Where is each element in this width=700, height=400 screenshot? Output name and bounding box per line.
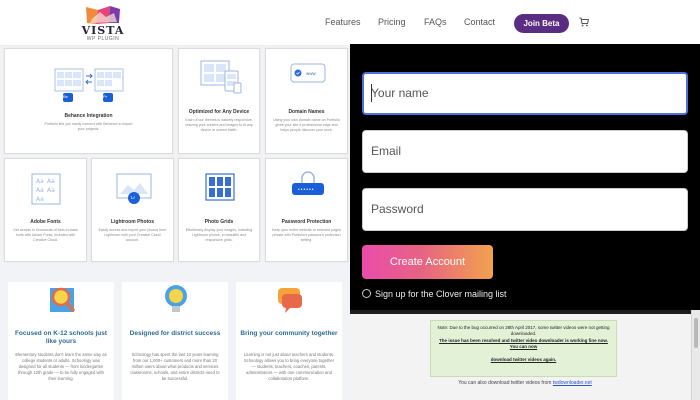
svg-text:Aa: Aa (36, 187, 44, 194)
divider-strip (350, 310, 700, 314)
card-title: Behance Integration (64, 113, 113, 119)
name-placeholder: Your name (371, 86, 429, 100)
cart-icon[interactable] (579, 17, 589, 27)
lock-icon (292, 171, 324, 195)
scrollbar-thumb[interactable] (694, 318, 698, 348)
card-description: Get access to thousands of best-in-class… (13, 228, 78, 242)
card-description: Using your own domain name on Portfolio … (273, 118, 340, 132)
nav-features[interactable]: Features (325, 17, 361, 27)
logo-subtitle: WP PLUGIN (86, 36, 120, 42)
signup-form: Your name Email Password Create Account … (350, 44, 700, 310)
card-title: Photo Grids (204, 219, 234, 225)
svg-text:Aa: Aa (36, 178, 44, 185)
page-scrollbar[interactable] (691, 310, 700, 400)
download-alternative-text: You can also download twitter videos fro… (410, 380, 640, 386)
card-title: Lightroom Photos (110, 219, 155, 225)
feature-card-adobe-fonts: Aa Aa Aa Aa Aa Adobe Fonts Get access to… (4, 158, 87, 262)
notice-line-1: Note: Due to the bug occurred on 28th Ap… (437, 325, 610, 336)
card-description: Portfolio lets you easily connect with B… (44, 122, 133, 131)
create-account-button[interactable]: Create Account (362, 245, 493, 279)
join-beta-button[interactable]: Join Beta (514, 14, 569, 33)
school-info-section: Focused on K-12 schools just like yours … (0, 264, 350, 400)
info-card-k12: Focused on K-12 schools just like yours … (8, 282, 114, 400)
site-header: VISTA WP PLUGIN Features Pricing FAQs Co… (0, 0, 700, 46)
password-placeholder: Password (371, 202, 424, 216)
download-alternative-label: You can also download twitter videos fro… (458, 380, 552, 386)
info-card-title: Designed for district success (129, 330, 221, 337)
feature-card-photo-grids: Photo Grids Effortlessly display your im… (178, 158, 260, 262)
clover-mailing-list-radio[interactable] (362, 289, 371, 298)
logo-mark-icon (86, 6, 120, 24)
nav-pricing[interactable]: Pricing (378, 17, 406, 27)
info-card-title: Focused on K-12 schools just like yours (14, 330, 108, 345)
nav-faqs[interactable]: FAQs (424, 17, 447, 27)
notice-box: Note: Due to the bug occurred on 28th Ap… (430, 320, 617, 377)
info-card-district: Designed for district success Schoology … (122, 282, 228, 400)
be-badge-label: Be (63, 94, 68, 99)
twdownloader-link[interactable]: twdownloader.net (553, 380, 592, 386)
feature-grid: Be Pr Behance Integration Portfolio lets… (0, 46, 350, 264)
fonts-illustration-icon: Aa Aa Aa Aa Aa (31, 173, 61, 205)
notice-line-2: The issue has been resolved and twitter … (439, 338, 608, 349)
card-description: Keep your entire website or selected pag… (272, 228, 341, 242)
photo-grid-illustration-icon (205, 173, 235, 201)
chat-bubbles-icon (278, 288, 302, 313)
magnifier-icon (50, 287, 76, 312)
card-title: Optimized for Any Device (188, 109, 250, 115)
page-root: VISTA WP PLUGIN Features Pricing FAQs Co… (0, 0, 700, 400)
name-field[interactable]: Your name (362, 72, 688, 115)
pr-badge-label: Pr (103, 94, 107, 99)
svg-text:Aa: Aa (47, 178, 55, 185)
card-title: Domain Names (288, 109, 325, 115)
info-card-description: Elementary students don't learn the same… (15, 352, 107, 381)
lightroom-illustration-icon (116, 173, 152, 204)
feature-card-behance: Be Pr Behance Integration Portfolio lets… (4, 48, 173, 154)
info-card-title: Bring your community together (240, 330, 338, 337)
svg-text:Aa: Aa (47, 187, 55, 194)
password-field[interactable]: Password (362, 188, 688, 231)
notice-line-3: download twitter videos again. (490, 357, 557, 362)
card-title: Password Protection (281, 219, 332, 225)
vista-logo[interactable]: VISTA WP PLUGIN (80, 5, 126, 43)
feature-card-lightroom: Lr Lightroom Photos Easily access and im… (91, 158, 174, 262)
password-dots: •••••• (298, 187, 315, 193)
card-description: Effortlessly display your images, includ… (185, 228, 253, 242)
lightbulb-icon (165, 285, 187, 312)
card-title: Adobe Fonts (30, 219, 61, 225)
card-description: Each of our themes is natively responsiv… (185, 118, 253, 132)
lr-badge-label: Lr (131, 195, 136, 200)
clover-mailing-list-label[interactable]: Sign up for the Clover mailing list (375, 289, 507, 299)
feature-card-domain: www Domain Names Using your own domain n… (265, 48, 348, 154)
card-description: Easily access and import your photos fro… (98, 228, 167, 242)
download-notice-section: Note: Due to the bug occurred on 28th Ap… (350, 310, 700, 400)
svg-text:Aa: Aa (36, 196, 44, 203)
feature-card-optimized: Optimized for Any Device Each of our the… (178, 48, 260, 154)
devices-illustration-icon (200, 60, 242, 94)
info-card-description: Schoology has spent the last 10 years le… (130, 352, 220, 381)
info-card-description: Learning is not just about teachers and … (243, 352, 335, 381)
email-field[interactable]: Email (362, 130, 688, 173)
feature-card-password: •••••• Password Protection Keep your ent… (265, 158, 348, 262)
email-placeholder: Email (371, 144, 402, 158)
nav-contact[interactable]: Contact (464, 17, 495, 27)
www-label: www (306, 71, 316, 76)
info-card-community: Bring your community together Learning i… (236, 282, 342, 400)
